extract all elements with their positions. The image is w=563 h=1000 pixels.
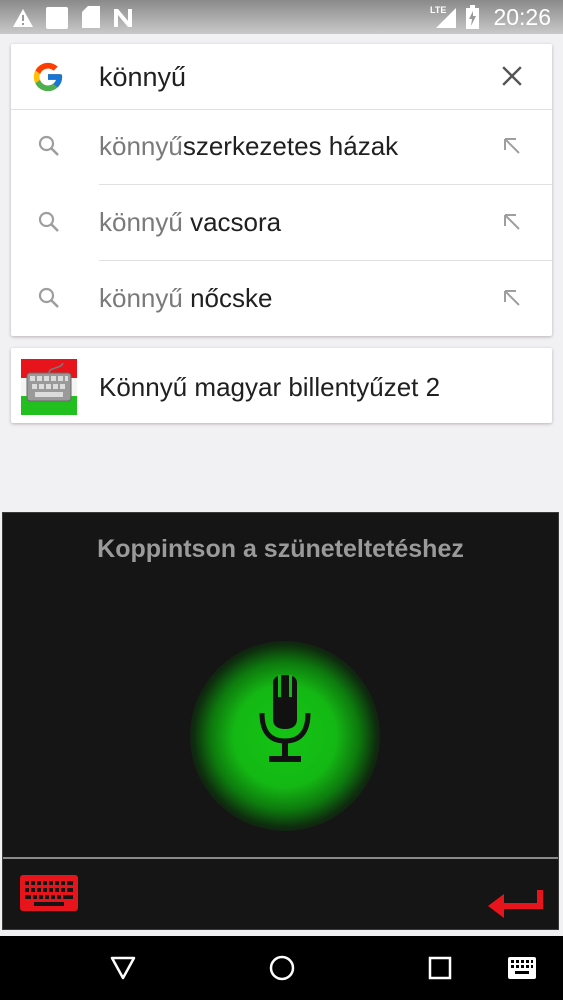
search-icon bbox=[38, 135, 59, 156]
suggestion-suffix: vacsora bbox=[182, 207, 282, 237]
suggestion-suffix: nőcske bbox=[182, 283, 273, 313]
app-name: Könnyű magyar billentyűzet 2 bbox=[99, 372, 441, 402]
search-icon bbox=[38, 287, 59, 308]
keyboard-icon[interactable] bbox=[508, 957, 536, 979]
app-result-item[interactable]: Könnyű magyar billentyűzet 2 bbox=[11, 348, 552, 423]
notification-square-icon bbox=[46, 7, 68, 29]
search-input[interactable] bbox=[99, 60, 459, 94]
voice-prompt[interactable]: Koppintson a szüneteltetéshez bbox=[3, 535, 558, 564]
divider bbox=[3, 857, 558, 859]
close-icon[interactable] bbox=[500, 64, 524, 88]
status-bar: LTE 20:26 bbox=[0, 0, 563, 34]
fill-query-arrow-icon[interactable] bbox=[502, 212, 522, 232]
battery-charging-icon bbox=[466, 5, 479, 29]
signal-icon bbox=[436, 8, 456, 28]
sd-card-icon bbox=[82, 6, 100, 28]
home-icon[interactable] bbox=[268, 954, 296, 982]
search-bar bbox=[11, 44, 552, 110]
recents-icon[interactable] bbox=[428, 956, 452, 980]
keyboard-app-icon bbox=[21, 359, 77, 415]
suggestion-text: könnyűszerkezetes házak bbox=[99, 131, 398, 162]
enter-icon[interactable] bbox=[486, 888, 544, 922]
suggestion-suffix: szerkezetes házak bbox=[182, 131, 399, 161]
suggestion-item[interactable]: könnyű vacsora bbox=[11, 185, 552, 261]
status-time: 20:26 bbox=[493, 4, 551, 30]
warning-icon bbox=[13, 9, 33, 27]
search-icon bbox=[38, 211, 59, 232]
suggestion-prefix: könnyű bbox=[99, 131, 183, 161]
search-card: könnyűszerkezetes házak könnyű vacsora k… bbox=[11, 44, 552, 336]
microphone-icon bbox=[259, 675, 311, 762]
suggestion-text: könnyű nőcske bbox=[99, 283, 272, 314]
n-icon bbox=[114, 9, 132, 27]
suggestion-item[interactable]: könnyű nőcske bbox=[11, 261, 552, 337]
suggestion-prefix: könnyű bbox=[99, 283, 183, 313]
keyboard-switch-icon[interactable] bbox=[20, 875, 78, 911]
navigation-bar bbox=[0, 936, 563, 1000]
voice-input-panel: Koppintson a szüneteltetéshez bbox=[2, 512, 559, 930]
fill-query-arrow-icon[interactable] bbox=[502, 136, 522, 156]
back-icon[interactable] bbox=[110, 956, 136, 980]
fill-query-arrow-icon[interactable] bbox=[502, 288, 522, 308]
suggestion-item[interactable]: könnyűszerkezetes házak bbox=[11, 109, 552, 185]
suggestion-text: könnyű vacsora bbox=[99, 207, 281, 238]
suggestion-prefix: könnyű bbox=[99, 207, 183, 237]
google-logo-icon bbox=[33, 62, 63, 92]
